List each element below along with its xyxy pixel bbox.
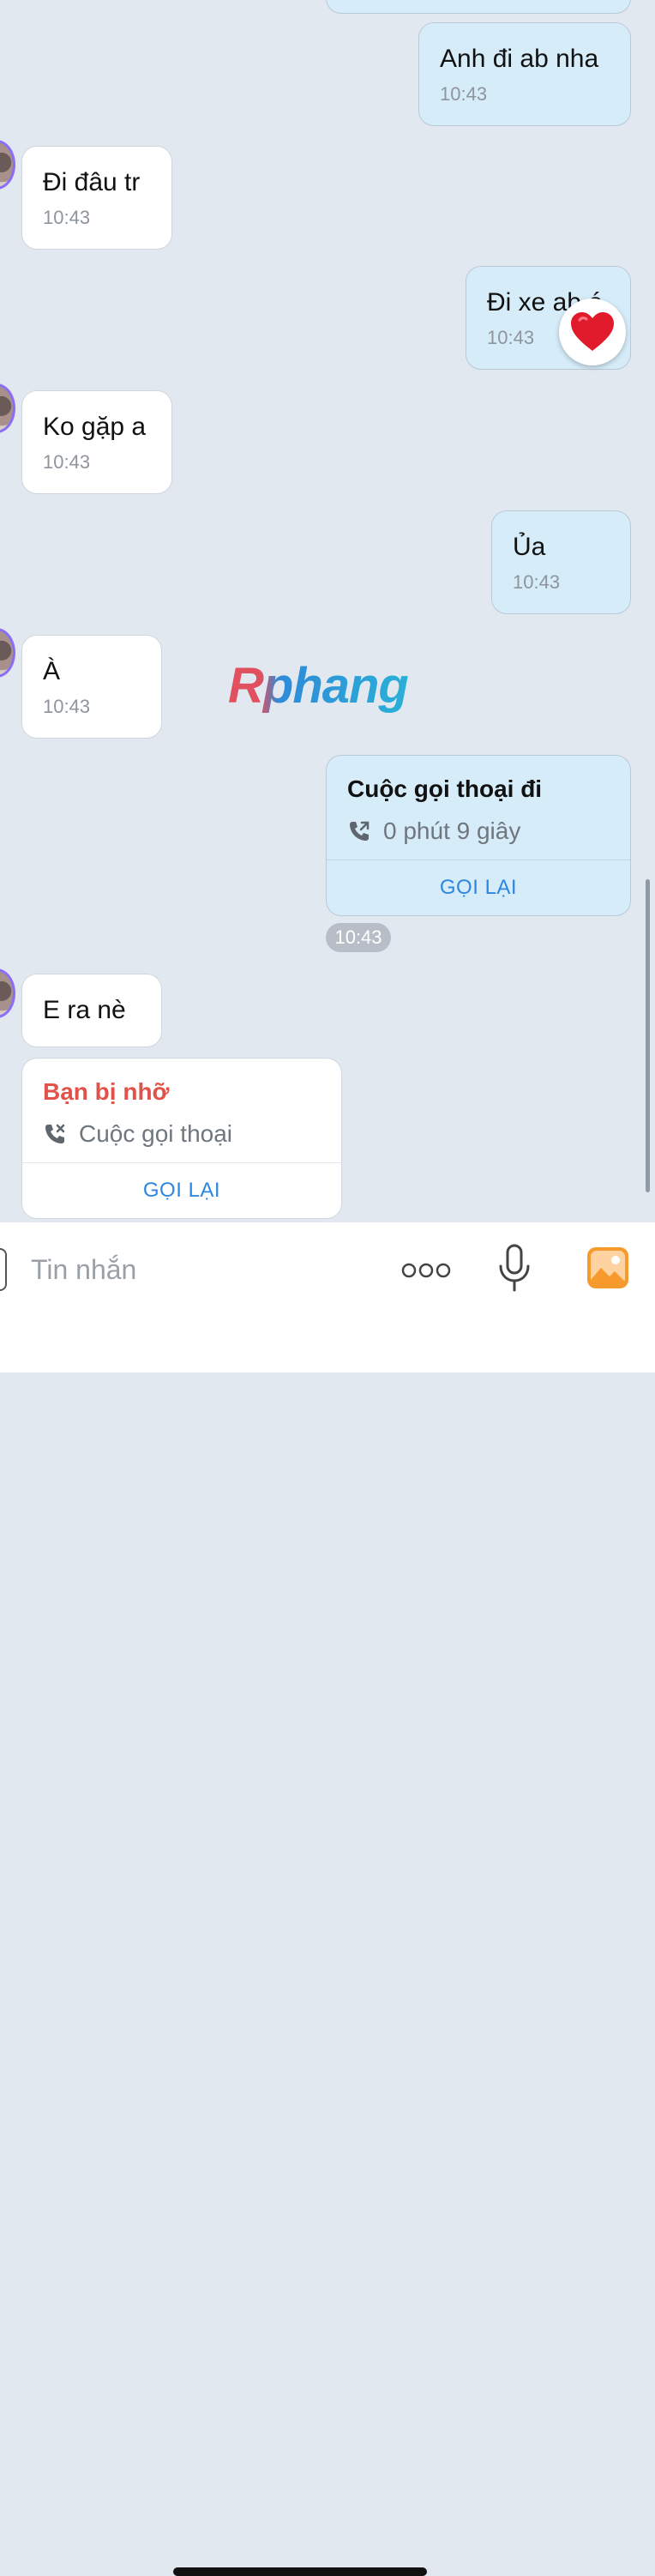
message-text: Ủa [513, 533, 546, 561]
contact-avatar[interactable] [0, 968, 15, 1018]
contact-avatar[interactable] [0, 383, 15, 433]
message-bubble-outgoing[interactable]: Anh đi ab nha 10:43 [418, 22, 631, 126]
message-time: 10:43 [43, 207, 91, 228]
chat-thread[interactable]: Anh đi ab nha 10:43 Đi đâu tr 10:43 Đi x… [0, 0, 655, 1222]
message-time: 10:43 [513, 571, 561, 593]
message-input[interactable]: Tin nhắn [31, 1248, 136, 1291]
heart-icon [571, 312, 614, 351]
message-composer: Tin nhắn [0, 1222, 655, 2576]
missed-call-subtitle: Cuộc gọi thoại [79, 1120, 233, 1147]
message-text: Anh đi ab nha [440, 45, 599, 73]
missed-call-card[interactable]: Bạn bị nhỡ Cuộc gọi thoại GỌI LẠI [21, 1058, 342, 1219]
call-title: Cuộc gọi thoại đi [347, 775, 543, 802]
message-time: 10:43 [43, 696, 91, 717]
missed-call-title: Bạn bị nhỡ [43, 1078, 170, 1105]
message-bubble-incoming[interactable]: À 10:43 [21, 635, 162, 739]
gallery-glyph [587, 1247, 628, 1288]
more-icon[interactable] [400, 1252, 453, 1289]
scrollbar[interactable] [646, 879, 650, 1192]
phone-missed-icon [45, 1124, 65, 1143]
microphone-icon[interactable] [494, 1241, 535, 1296]
sticker-icon[interactable] [0, 1248, 7, 1291]
message-time: 10:43 [43, 451, 91, 473]
message-bubble-incoming[interactable]: E ra nè [21, 974, 162, 1047]
call-duration: 0 phút 9 giây [383, 817, 521, 844]
message-text: Ko gặp a [43, 413, 147, 441]
call-time-pill: 10:43 [326, 923, 391, 952]
contact-avatar[interactable] [0, 140, 15, 190]
home-indicator [173, 2567, 427, 2576]
contact-avatar[interactable] [0, 628, 15, 678]
heart-reaction-badge[interactable] [559, 299, 626, 365]
outgoing-call-card[interactable]: Cuộc gọi thoại đi 0 phút 9 giây GỌI LẠI [326, 755, 631, 916]
call-back-button[interactable]: GỌI LẠI [327, 860, 630, 915]
microphone-glyph [499, 1244, 530, 1292]
message-time: 10:43 [440, 83, 488, 105]
watermark-logo: Rphang [228, 658, 409, 714]
message-text: Đi đâu tr [43, 168, 141, 196]
message-bubble-incoming[interactable]: Ko gặp a 10:43 [21, 390, 172, 494]
message-text: À [43, 657, 61, 685]
message-bubble-outgoing[interactable]: Ủa 10:43 [491, 510, 631, 614]
message-bubble-partial[interactable] [326, 0, 631, 14]
call-back-button[interactable]: GỌI LẠI [22, 1162, 341, 1218]
phone-outgoing-icon [350, 821, 370, 841]
gallery-icon[interactable] [585, 1245, 631, 1291]
more-dots [401, 1263, 451, 1278]
message-text: E ra nè [43, 996, 126, 1024]
message-bubble-incoming[interactable]: Đi đâu tr 10:43 [21, 146, 172, 250]
